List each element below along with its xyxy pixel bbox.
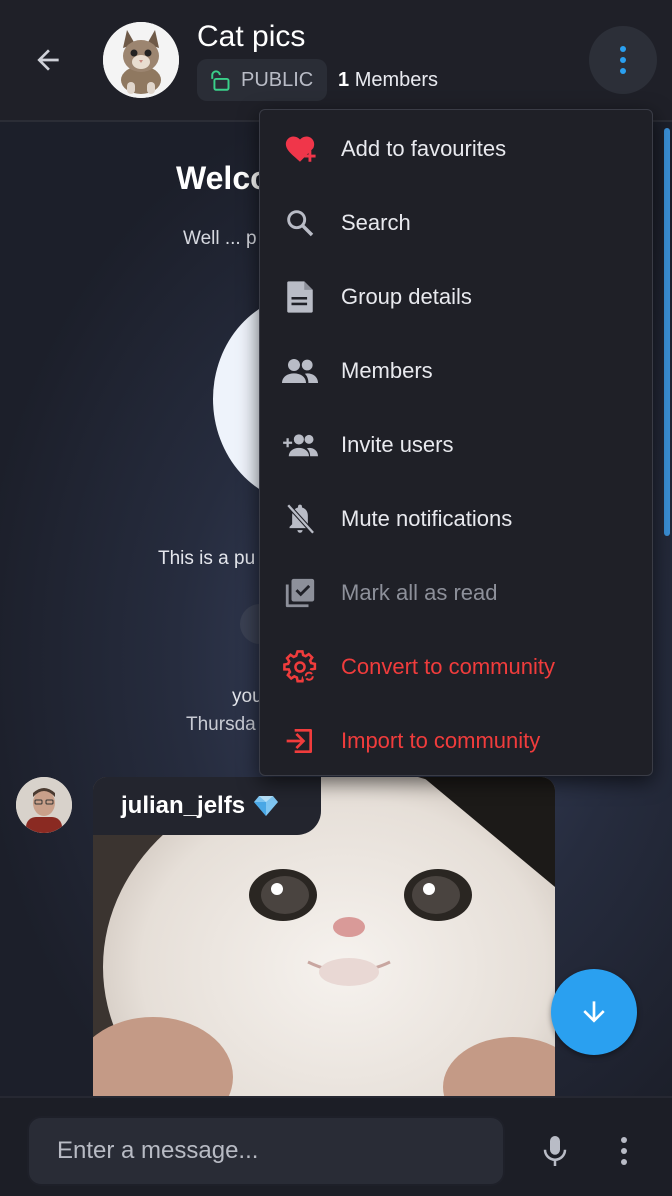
heart-plus-icon <box>282 131 318 167</box>
menu-item-mute-notifications[interactable]: Mute notifications <box>260 482 652 556</box>
menu-item-label: Members <box>341 358 433 383</box>
more-vertical-icon <box>620 46 626 74</box>
event-time: Thursda <box>186 714 256 735</box>
menu-item-label: Group details <box>341 284 472 309</box>
menu-item-label: Mark all as read <box>341 580 498 605</box>
sender-avatar[interactable] <box>16 777 72 833</box>
group-title: Cat pics <box>197 20 306 53</box>
kitten-image <box>103 22 179 98</box>
group-avatar[interactable] <box>103 22 179 98</box>
chat-options-menu: Add to favourites Search Group details M… <box>259 109 653 776</box>
welcome-title: Welco <box>176 160 270 196</box>
microphone-icon <box>543 1136 567 1166</box>
people-icon <box>282 353 318 389</box>
menu-item-label: Invite users <box>341 432 454 457</box>
gear-convert-icon <box>282 649 318 685</box>
search-icon <box>282 205 318 241</box>
menu-item-convert-community[interactable]: Convert to community <box>260 630 652 704</box>
diamond-icon <box>254 796 279 816</box>
voice-record-button[interactable] <box>533 1128 577 1174</box>
bell-off-icon <box>282 501 318 537</box>
menu-item-group-details[interactable]: Group details <box>260 260 652 334</box>
members-count[interactable]: 1 Members <box>338 69 438 92</box>
message-input[interactable] <box>27 1116 505 1186</box>
import-icon <box>282 723 318 759</box>
arrow-left-icon <box>37 49 59 71</box>
document-icon <box>282 279 318 315</box>
menu-item-mark-all-read[interactable]: Mark all as read <box>260 556 652 630</box>
unlock-icon <box>211 70 230 91</box>
menu-item-label: Mute notifications <box>341 506 513 531</box>
public-group-note: This is a pu <box>158 548 256 569</box>
chat-header: Cat pics PUBLIC 1 Members <box>0 0 672 122</box>
sender-chip[interactable]: julian_jelfs <box>93 777 321 835</box>
chat-menu-button[interactable] <box>589 26 657 94</box>
add-users-icon <box>282 427 318 463</box>
menu-item-invite-users[interactable]: Invite users <box>260 408 652 482</box>
arrow-down-icon <box>583 1001 605 1023</box>
back-button[interactable] <box>24 38 72 82</box>
timeline-scrollbar[interactable] <box>664 128 670 536</box>
scroll-to-bottom-button[interactable] <box>551 969 637 1055</box>
menu-item-label: Convert to community <box>341 654 555 679</box>
members-label: Members <box>354 69 439 91</box>
menu-item-members[interactable]: Members <box>260 334 652 408</box>
composer <box>0 1096 672 1196</box>
menu-item-label: Import to community <box>341 728 541 753</box>
sender-photo <box>16 777 72 833</box>
menu-item-label: Add to favourites <box>341 136 507 161</box>
menu-item-search[interactable]: Search <box>260 186 652 260</box>
welcome-subtitle: Well ... p <box>183 228 257 249</box>
members-number: 1 <box>338 69 350 91</box>
more-vertical-icon <box>621 1137 627 1165</box>
menu-item-label: Search <box>341 210 411 235</box>
public-label: PUBLIC <box>241 68 314 91</box>
composer-menu-button[interactable] <box>604 1128 644 1174</box>
checklist-icon <box>282 575 318 611</box>
menu-item-add-favourites[interactable]: Add to favourites <box>260 112 652 186</box>
sender-name: julian_jelfs <box>121 792 246 819</box>
menu-item-import-community[interactable]: Import to community <box>260 704 652 778</box>
public-badge: PUBLIC <box>197 59 328 101</box>
